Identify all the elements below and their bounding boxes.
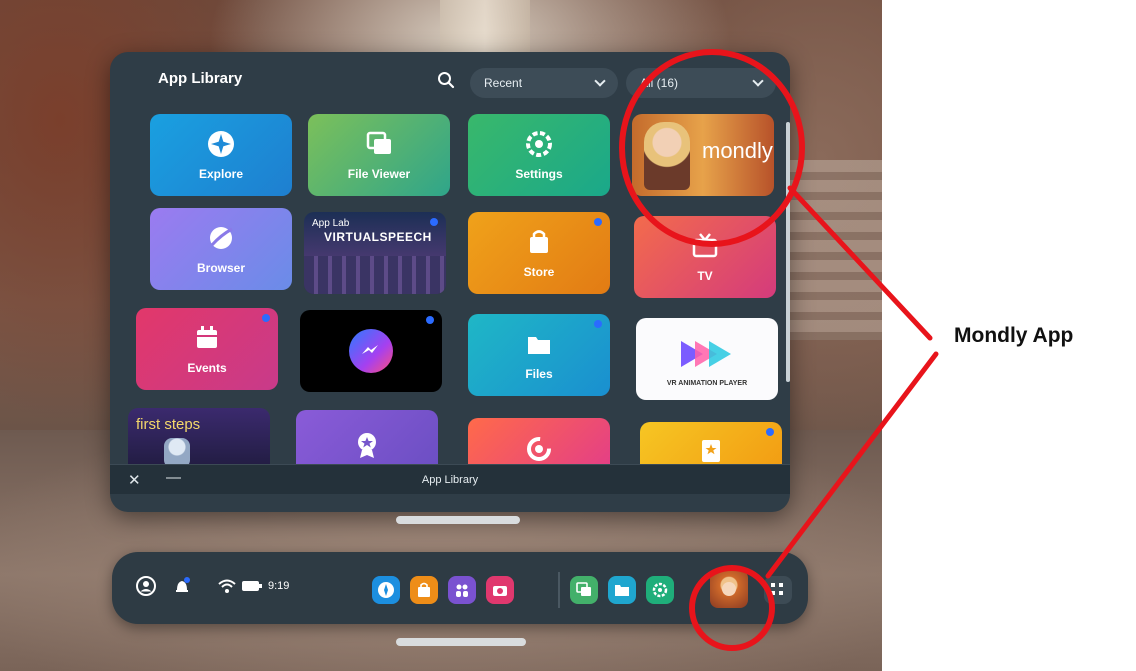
app-tile-label: first steps (136, 416, 201, 433)
vr-animation-logo (677, 337, 737, 374)
new-badge-dot (426, 316, 434, 324)
new-badge-dot (262, 314, 270, 322)
sort-dropdown-value: Recent (484, 76, 523, 90)
camera-icon (493, 586, 507, 596)
app-tile-settings[interactable]: Settings (468, 114, 610, 196)
profile-button[interactable] (136, 576, 156, 599)
image-stack-icon (364, 129, 394, 159)
compass-icon (206, 129, 236, 159)
compass-icon (378, 582, 394, 598)
app-tile-file-viewer[interactable]: File Viewer (308, 114, 450, 196)
folder-icon (524, 329, 554, 359)
app-tile-mondly[interactable]: mondly (632, 114, 774, 196)
app-tile-label: Files (525, 367, 553, 381)
new-badge-dot (430, 218, 438, 226)
app-tile-label: Events (187, 361, 227, 375)
taskbar-camera[interactable] (486, 576, 514, 604)
messenger-icon (349, 329, 393, 373)
search-button[interactable] (432, 66, 460, 94)
app-tile-virtualspeech[interactable]: App Lab VIRTUALSPEECH (304, 212, 446, 294)
app-tile-label: Settings (515, 167, 563, 181)
virtualspeech-thumbnail (304, 256, 446, 294)
calendar-icon (192, 323, 222, 353)
chevron-down-icon (752, 75, 764, 87)
shopping-bag-icon (524, 227, 554, 257)
scrollbar-thumb[interactable] (786, 122, 790, 382)
taskbar-file-viewer[interactable] (570, 576, 598, 604)
taskbar-app-grid[interactable] (764, 576, 792, 604)
panel-title: App Library (158, 70, 243, 87)
search-icon (438, 72, 455, 89)
app-tile-label: Explore (198, 167, 243, 181)
app-lab-badge: App Lab (312, 218, 350, 229)
avatar-icon (136, 576, 156, 596)
app-tile-label: TV (697, 269, 713, 283)
filter-dropdown-value: All (16) (640, 76, 679, 90)
folder-icon (615, 585, 629, 596)
taskbar-explore[interactable] (372, 576, 400, 604)
callout-label: Mondly App (954, 324, 1074, 347)
taskbar-store[interactable] (410, 576, 438, 604)
app-tile-browser[interactable]: Browser (150, 208, 292, 290)
tv-icon (690, 231, 720, 261)
taskbar-drag-handle[interactable] (396, 638, 526, 646)
taskbar-divider (558, 572, 560, 608)
filter-dropdown[interactable]: All (16) (626, 68, 776, 98)
app-library-panel: App Library Recent All (16) Explore File… (110, 52, 790, 512)
gear-icon (524, 129, 554, 159)
app-tile-label: Browser (196, 261, 246, 275)
new-badge-dot (594, 218, 602, 226)
battery-icon (242, 580, 262, 595)
app-tile-tv[interactable]: TV (634, 216, 776, 298)
universal-menu-taskbar: 9:19 (112, 552, 808, 624)
app-tile-label: Store (523, 265, 555, 279)
people-icon (456, 584, 468, 597)
taskbar-people[interactable] (448, 576, 476, 604)
grid-icon (771, 583, 783, 595)
new-badge-dot (594, 320, 602, 328)
app-tile-label: mondly (702, 138, 773, 163)
app-tile-events[interactable]: Events (136, 308, 278, 390)
taskbar-mondly[interactable] (710, 570, 748, 608)
app-tile-explore[interactable]: Explore (150, 114, 292, 196)
book-star-icon (696, 436, 726, 466)
app-tile-label: VR ANIMATION PLAYER (666, 380, 748, 387)
taskbar-files[interactable] (608, 576, 636, 604)
panel-bar-title: App Library (421, 474, 479, 486)
virtualspeech-title: VIRTUALSPEECH (324, 230, 432, 244)
app-tile-label: File Viewer (347, 167, 411, 181)
bell-icon (176, 577, 190, 592)
panel-window-bar: ✕ — App Library (110, 464, 790, 494)
wifi-icon (218, 578, 236, 597)
browser-icon (206, 223, 236, 253)
new-badge-dot (766, 428, 774, 436)
panel-drag-handle[interactable] (396, 516, 520, 524)
app-tile-vr-animation-player[interactable]: VR ANIMATION PLAYER (636, 318, 778, 400)
clock: 9:19 (268, 580, 290, 592)
mondly-thumbnail (722, 582, 736, 596)
sort-dropdown[interactable]: Recent (470, 68, 618, 98)
background-stone-steps (790, 160, 882, 340)
app-tile-messenger[interactable] (300, 310, 442, 392)
app-tile-store[interactable]: Store (468, 212, 610, 294)
taskbar-settings[interactable] (646, 576, 674, 604)
ring-icon (524, 434, 554, 464)
mondly-thumbnail (644, 122, 690, 190)
image-stack-icon (576, 582, 591, 596)
app-tile-files[interactable]: Files (468, 314, 610, 396)
background-pillar (440, 0, 530, 60)
gear-icon (652, 582, 668, 598)
vr-environment-background: App Library Recent All (16) Explore File… (0, 0, 882, 671)
shopping-bag-icon (418, 582, 430, 597)
award-icon (352, 430, 382, 460)
chevron-down-icon (594, 75, 606, 87)
notifications-button[interactable] (172, 576, 192, 599)
